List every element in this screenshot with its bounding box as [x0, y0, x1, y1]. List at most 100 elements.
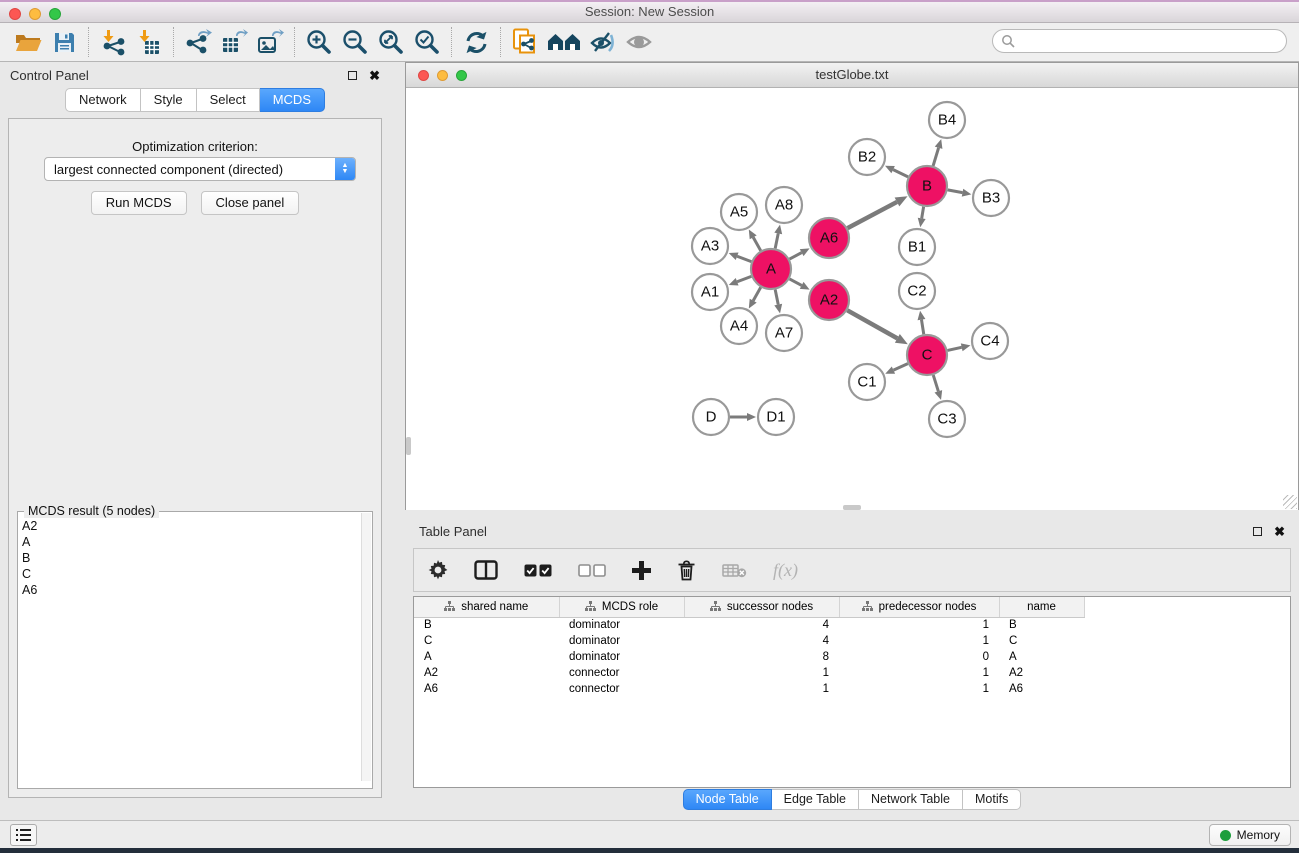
task-history-button[interactable]	[10, 824, 37, 846]
table-cell[interactable]: 1	[839, 681, 999, 697]
table-cell[interactable]: A6	[999, 681, 1084, 697]
add-column-icon[interactable]	[632, 561, 651, 580]
window-controls[interactable]	[9, 8, 61, 20]
mcds-result-item[interactable]: B	[22, 550, 372, 566]
network-close-button[interactable]	[418, 70, 429, 81]
table-cell[interactable]: A6	[414, 681, 559, 697]
table-cell[interactable]: 0	[839, 649, 999, 665]
gear-icon[interactable]	[428, 560, 448, 580]
graph-edge-A-A7[interactable]	[775, 290, 778, 305]
window-resize-grip[interactable]	[1283, 495, 1297, 509]
table-cell[interactable]: dominator	[559, 633, 684, 649]
graph-edge-A2-C[interactable]	[847, 310, 897, 338]
close-panel-button[interactable]: Close panel	[201, 191, 300, 215]
open-session-icon[interactable]	[10, 26, 46, 58]
graph-edge-A-A4[interactable]	[753, 287, 761, 300]
table-cell[interactable]: 4	[684, 633, 839, 649]
deselect-all-icon[interactable]	[578, 564, 606, 577]
column-header-shared-name[interactable]: shared name	[414, 597, 559, 617]
table-cell[interactable]: 8	[684, 649, 839, 665]
delete-column-icon[interactable]	[677, 560, 696, 581]
network-minimize-button[interactable]	[437, 70, 448, 81]
table-cell[interactable]: connector	[559, 681, 684, 697]
table-cell[interactable]: dominator	[559, 617, 684, 633]
hide-selected-icon[interactable]	[585, 26, 621, 58]
close-panel-icon[interactable]: ✖	[369, 71, 380, 80]
export-table-icon[interactable]	[216, 26, 252, 58]
table-cell[interactable]: A	[414, 649, 559, 665]
mcds-result-item[interactable]: A	[22, 534, 372, 550]
export-network-icon[interactable]	[180, 26, 216, 58]
graph-edge-C-C1[interactable]	[893, 364, 907, 370]
import-network-icon[interactable]	[95, 26, 131, 58]
graph-edge-B-B1[interactable]	[922, 207, 924, 219]
select-all-icon[interactable]	[524, 564, 552, 577]
import-table-icon[interactable]	[131, 26, 167, 58]
table-close-panel-icon[interactable]: ✖	[1274, 527, 1285, 536]
save-session-icon[interactable]	[46, 26, 82, 58]
column-header-MCDS-role[interactable]: MCDS role	[559, 597, 684, 617]
table-cell[interactable]: B	[999, 617, 1084, 633]
column-layout-icon[interactable]	[474, 560, 498, 580]
table-cell[interactable]: 4	[684, 617, 839, 633]
graph-edge-B-B2[interactable]	[893, 170, 908, 177]
zoom-selected-icon[interactable]	[409, 26, 445, 58]
table-row[interactable]: Adominator80A	[414, 649, 1084, 665]
export-image-icon[interactable]	[252, 26, 288, 58]
float-panel-icon[interactable]	[348, 71, 357, 80]
graph-edge-B-B3[interactable]	[948, 190, 963, 193]
table-row[interactable]: A6connector11A6	[414, 681, 1084, 697]
column-header-successor-nodes[interactable]: successor nodes	[684, 597, 839, 617]
zoom-fit-icon[interactable]	[373, 26, 409, 58]
graph-edge-B-B4[interactable]	[933, 148, 938, 166]
memory-button[interactable]: Memory	[1209, 824, 1291, 846]
graph-edge-C-C2[interactable]	[921, 320, 923, 335]
network-window-controls[interactable]	[418, 70, 467, 81]
refresh-layout-icon[interactable]	[458, 26, 494, 58]
table-cell[interactable]: dominator	[559, 649, 684, 665]
tab-mcds[interactable]: MCDS	[260, 88, 325, 112]
table-row[interactable]: Bdominator41B	[414, 617, 1084, 633]
tab-network-table[interactable]: Network Table	[859, 789, 963, 810]
tab-edge-table[interactable]: Edge Table	[772, 789, 859, 810]
table-cell[interactable]: 1	[839, 665, 999, 681]
network-graph[interactable]: B4B2BB3B1A5A8A3A6AA1A4A7A2C2CC4C1C3DD1	[406, 89, 1298, 510]
tab-select[interactable]: Select	[197, 88, 260, 112]
table-cell[interactable]: A2	[999, 665, 1084, 681]
maximize-window-button[interactable]	[49, 8, 61, 20]
table-cell[interactable]: 1	[684, 665, 839, 681]
table-cell[interactable]: B	[414, 617, 559, 633]
table-cell[interactable]: 1	[839, 633, 999, 649]
mcds-result-item[interactable]: A2	[22, 518, 372, 534]
tab-network[interactable]: Network	[65, 88, 141, 112]
function-builder-icon[interactable]: f(x)	[773, 560, 798, 581]
graph-edge-A-A6[interactable]	[790, 253, 802, 259]
graph-edge-A-A5[interactable]	[753, 237, 761, 250]
tab-node-table[interactable]: Node Table	[683, 789, 772, 810]
table-row[interactable]: A2connector11A2	[414, 665, 1084, 681]
graph-edge-A-A2[interactable]	[790, 279, 802, 285]
zoom-out-icon[interactable]	[337, 26, 373, 58]
graph-edge-A6-B[interactable]	[848, 202, 897, 228]
canvas-horizontal-thumb[interactable]	[843, 505, 861, 510]
optimization-criterion-select[interactable]: largest connected component (directed) ▲…	[44, 157, 356, 181]
mcds-result-item[interactable]: C	[22, 566, 372, 582]
network-maximize-button[interactable]	[456, 70, 467, 81]
zoom-in-icon[interactable]	[301, 26, 337, 58]
table-cell[interactable]: A	[999, 649, 1084, 665]
first-neighbors-icon[interactable]	[543, 26, 585, 58]
show-all-icon[interactable]	[621, 26, 657, 58]
table-cell[interactable]: C	[999, 633, 1084, 649]
close-window-button[interactable]	[9, 8, 21, 20]
table-cell[interactable]: connector	[559, 665, 684, 681]
result-scrollbar[interactable]	[361, 513, 371, 781]
canvas-vertical-thumb[interactable]	[406, 437, 411, 455]
tab-motifs[interactable]: Motifs	[963, 789, 1021, 810]
column-header-name[interactable]: name	[999, 597, 1084, 617]
graph-edge-C-C4[interactable]	[947, 347, 961, 350]
graph-edge-C-C3[interactable]	[933, 375, 938, 391]
mcds-result-list[interactable]: A2ABCA6	[18, 512, 372, 598]
graph-edge-A-A3[interactable]	[737, 256, 751, 261]
minimize-window-button[interactable]	[29, 8, 41, 20]
graph-edge-A-A1[interactable]	[737, 276, 751, 281]
